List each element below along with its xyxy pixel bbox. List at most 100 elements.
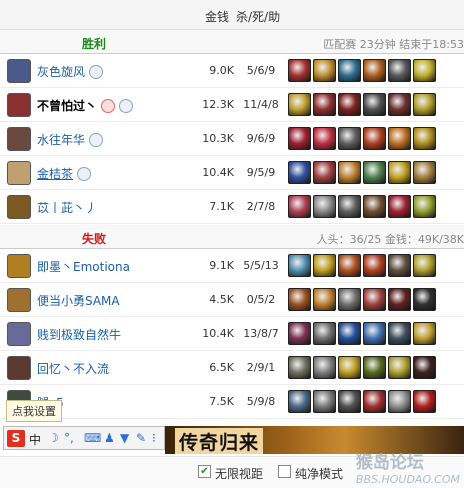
- unlimited-view-checkbox[interactable]: ✔: [198, 465, 211, 478]
- item-icon[interactable]: [413, 127, 436, 150]
- item-icon[interactable]: [288, 390, 311, 413]
- player-name[interactable]: 不曾怕过丶: [37, 97, 134, 114]
- item-icon[interactable]: [363, 254, 386, 277]
- item-icon[interactable]: [338, 322, 361, 345]
- item-icon[interactable]: [413, 288, 436, 311]
- player-row[interactable]: 贱到极致自然牛 10.4K 13/8/7: [0, 318, 464, 351]
- item-icon[interactable]: [363, 127, 386, 150]
- player-name[interactable]: 灰色旋风: [37, 63, 104, 80]
- champion-avatar[interactable]: [7, 254, 31, 278]
- item-icon[interactable]: [388, 288, 411, 311]
- item-icon[interactable]: [313, 356, 336, 379]
- item-icon[interactable]: [363, 93, 386, 116]
- item-icon[interactable]: [338, 93, 361, 116]
- wrench-icon[interactable]: ✎: [136, 431, 146, 445]
- item-icon[interactable]: [338, 127, 361, 150]
- player-row[interactable]: 即墨丶Emotiona 9.1K 5/5/13: [0, 250, 464, 283]
- clean-mode-checkbox[interactable]: [278, 465, 291, 478]
- item-icon[interactable]: [363, 195, 386, 218]
- player-name[interactable]: 回忆丶不入流: [37, 360, 109, 377]
- item-icon[interactable]: [288, 93, 311, 116]
- item-icon[interactable]: [363, 356, 386, 379]
- item-icon[interactable]: [313, 322, 336, 345]
- item-icon[interactable]: [413, 322, 436, 345]
- player-name[interactable]: 苡丨茈丶丿: [37, 199, 97, 216]
- grid-icon[interactable]: ⁝: [152, 431, 156, 445]
- item-icon[interactable]: [313, 127, 336, 150]
- user-icon[interactable]: ♟: [104, 431, 115, 445]
- player-row[interactable]: 灰色旋风 9.0K 5/6/9: [0, 55, 464, 88]
- champion-avatar[interactable]: [7, 322, 31, 346]
- item-icon[interactable]: [313, 195, 336, 218]
- champion-avatar[interactable]: [7, 161, 31, 185]
- item-icon[interactable]: [313, 161, 336, 184]
- item-icon[interactable]: [413, 93, 436, 116]
- item-icon[interactable]: [313, 93, 336, 116]
- item-icon[interactable]: [288, 127, 311, 150]
- sogou-logo-icon[interactable]: S: [7, 430, 25, 447]
- champion-avatar[interactable]: [7, 93, 31, 117]
- item-icon[interactable]: [338, 288, 361, 311]
- item-icon[interactable]: [388, 59, 411, 82]
- item-icon[interactable]: [413, 59, 436, 82]
- player-row[interactable]: 便当小勇SAMA 4.5K 0/5/2: [0, 284, 464, 317]
- champion-avatar[interactable]: [7, 59, 31, 83]
- keyboard-icon[interactable]: ⌨: [84, 431, 101, 445]
- item-icon[interactable]: [388, 93, 411, 116]
- item-icon[interactable]: [388, 356, 411, 379]
- player-name[interactable]: 贱到极致自然牛: [37, 326, 121, 343]
- item-icon[interactable]: [363, 322, 386, 345]
- punctuation-icon[interactable]: °,: [64, 431, 74, 445]
- item-icon[interactable]: [388, 322, 411, 345]
- moon-icon[interactable]: ☽: [48, 431, 59, 445]
- player-name[interactable]: 水往年华: [37, 131, 104, 148]
- item-icon[interactable]: [388, 127, 411, 150]
- shirt-icon[interactable]: ▼: [120, 431, 129, 445]
- item-icon[interactable]: [388, 390, 411, 413]
- item-icon[interactable]: [388, 161, 411, 184]
- item-icon[interactable]: [363, 288, 386, 311]
- item-icon[interactable]: [313, 390, 336, 413]
- item-icon[interactable]: [288, 288, 311, 311]
- item-icon[interactable]: [413, 254, 436, 277]
- item-icon[interactable]: [288, 195, 311, 218]
- player-row[interactable]: 金桔茶 10.4K 9/5/9: [0, 157, 464, 190]
- player-row[interactable]: 回忆丶不入流 6.5K 2/9/1: [0, 352, 464, 385]
- champion-avatar[interactable]: [7, 356, 31, 380]
- clean-mode-label[interactable]: 纯净模式: [295, 465, 343, 482]
- item-icon[interactable]: [388, 254, 411, 277]
- item-icon[interactable]: [413, 161, 436, 184]
- item-icon[interactable]: [288, 254, 311, 277]
- item-icon[interactable]: [313, 254, 336, 277]
- item-icon[interactable]: [363, 161, 386, 184]
- item-icon[interactable]: [413, 390, 436, 413]
- player-name[interactable]: 便当小勇SAMA: [37, 292, 120, 309]
- item-icon[interactable]: [363, 59, 386, 82]
- item-icon[interactable]: [363, 390, 386, 413]
- unlimited-view-label[interactable]: 无限视距: [215, 465, 263, 482]
- ime-toolbar[interactable]: S 中 ☽ °, ⌨ ♟ ▼ ✎ ⁝: [3, 426, 165, 450]
- item-icon[interactable]: [338, 195, 361, 218]
- item-icon[interactable]: [288, 59, 311, 82]
- item-icon[interactable]: [388, 195, 411, 218]
- item-icon[interactable]: [338, 59, 361, 82]
- player-row[interactable]: 苡丨茈丶丿 7.1K 2/7/8: [0, 191, 464, 224]
- player-row[interactable]: 不曾怕过丶 12.3K 11/4/8: [0, 89, 464, 122]
- item-icon[interactable]: [338, 390, 361, 413]
- item-icon[interactable]: [413, 195, 436, 218]
- champion-avatar[interactable]: [7, 127, 31, 151]
- player-row[interactable]: 水往年华 10.3K 9/6/9: [0, 123, 464, 156]
- item-icon[interactable]: [288, 356, 311, 379]
- item-icon[interactable]: [313, 59, 336, 82]
- champion-avatar[interactable]: [7, 195, 31, 219]
- player-name[interactable]: 即墨丶Emotiona: [37, 258, 130, 275]
- item-icon[interactable]: [338, 356, 361, 379]
- item-icon[interactable]: [338, 161, 361, 184]
- item-icon[interactable]: [413, 356, 436, 379]
- champion-avatar[interactable]: [7, 288, 31, 312]
- item-icon[interactable]: [288, 322, 311, 345]
- player-row[interactable]: 腿v57.5K5/9/8: [0, 386, 464, 419]
- item-icon[interactable]: [288, 161, 311, 184]
- chinese-mode-icon[interactable]: 中: [29, 431, 41, 448]
- item-icon[interactable]: [338, 254, 361, 277]
